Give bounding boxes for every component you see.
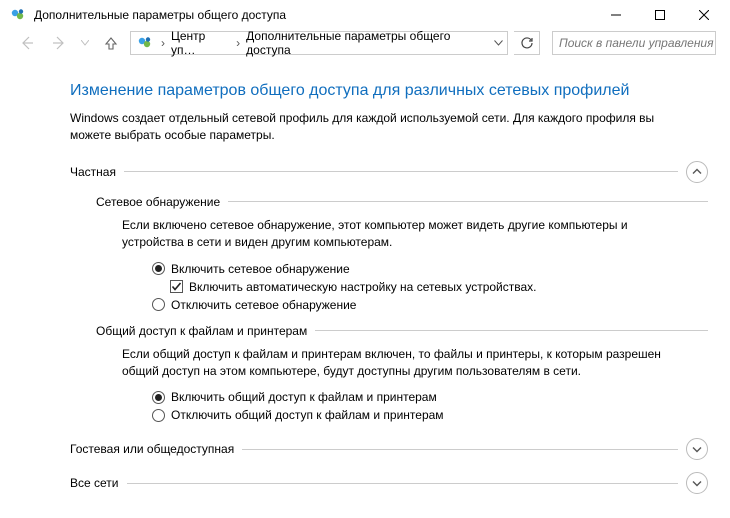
file-sharing-desc: Если общий доступ к файлам и принтерам в… [122, 346, 678, 381]
control-panel-icon [10, 7, 26, 23]
option-label: Включить автоматическую настройку на сет… [189, 280, 537, 294]
chevron-down-icon[interactable] [686, 438, 708, 460]
radio-file-sharing-on[interactable]: Включить общий доступ к файлам и принтер… [152, 390, 708, 404]
radio-icon [152, 262, 165, 275]
section-guest[interactable]: Гостевая или общедоступная [70, 438, 708, 460]
network-discovery-desc: Если включено сетевое обнаружение, этот … [122, 217, 678, 252]
option-label: Отключить сетевое обнаружение [171, 298, 356, 312]
titlebar: Дополнительные параметры общего доступа [0, 0, 730, 30]
divider [124, 171, 678, 172]
radio-file-sharing-off[interactable]: Отключить общий доступ к файлам и принте… [152, 408, 708, 422]
minimize-button[interactable] [594, 1, 638, 29]
maximize-button[interactable] [638, 1, 682, 29]
divider [242, 449, 678, 450]
section-all-networks[interactable]: Все сети [70, 472, 708, 494]
breadcrumb-item[interactable]: Дополнительные параметры общего доступа [242, 29, 490, 57]
back-button[interactable] [14, 30, 40, 56]
subsection-file-sharing: Общий доступ к файлам и принтерам [96, 324, 708, 338]
subsection-label: Общий доступ к файлам и принтерам [96, 324, 307, 338]
divider [315, 330, 708, 331]
chevron-up-icon[interactable] [686, 161, 708, 183]
control-panel-icon [137, 35, 153, 51]
section-label: Гостевая или общедоступная [70, 442, 234, 456]
content: Изменение параметров общего доступа для … [0, 62, 730, 494]
radio-icon [152, 409, 165, 422]
subsection-network-discovery: Сетевое обнаружение [96, 195, 708, 209]
search-input[interactable]: Поиск в панели управления [552, 31, 716, 55]
up-button[interactable] [98, 30, 124, 56]
option-label: Отключить общий доступ к файлам и принте… [171, 408, 444, 422]
chevron-right-icon: › [159, 36, 167, 50]
address-bar[interactable]: › Центр уп… › Дополнительные параметры о… [130, 31, 508, 55]
section-label: Частная [70, 165, 116, 179]
section-label: Все сети [70, 476, 119, 490]
chevron-down-icon[interactable] [686, 472, 708, 494]
network-discovery-options: Включить сетевое обнаружение Включить ав… [152, 262, 708, 312]
search-placeholder: Поиск в панели управления [559, 36, 714, 50]
breadcrumb-item[interactable]: Центр уп… [167, 29, 234, 57]
subsection-label: Сетевое обнаружение [96, 195, 220, 209]
file-sharing-options: Включить общий доступ к файлам и принтер… [152, 390, 708, 422]
option-label: Включить общий доступ к файлам и принтер… [171, 390, 437, 404]
radio-network-discovery-off[interactable]: Отключить сетевое обнаружение [152, 298, 708, 312]
checkbox-icon [170, 280, 183, 293]
navbar: › Центр уп… › Дополнительные параметры о… [0, 30, 730, 62]
page-intro: Windows создает отдельный сетевой профил… [70, 110, 670, 145]
radio-icon [152, 298, 165, 311]
radio-network-discovery-on[interactable]: Включить сетевое обнаружение [152, 262, 708, 276]
checkbox-auto-setup[interactable]: Включить автоматическую настройку на сет… [152, 280, 708, 294]
divider [127, 483, 679, 484]
chevron-right-icon: › [234, 36, 242, 50]
close-button[interactable] [682, 1, 726, 29]
page-heading: Изменение параметров общего доступа для … [70, 82, 708, 100]
forward-button[interactable] [46, 30, 72, 56]
history-dropdown[interactable] [78, 30, 92, 56]
radio-icon [152, 391, 165, 404]
section-private[interactable]: Частная [70, 161, 708, 183]
divider [228, 201, 708, 202]
address-dropdown[interactable] [490, 32, 507, 54]
window-title: Дополнительные параметры общего доступа [34, 8, 286, 22]
option-label: Включить сетевое обнаружение [171, 262, 350, 276]
refresh-button[interactable] [514, 31, 540, 55]
